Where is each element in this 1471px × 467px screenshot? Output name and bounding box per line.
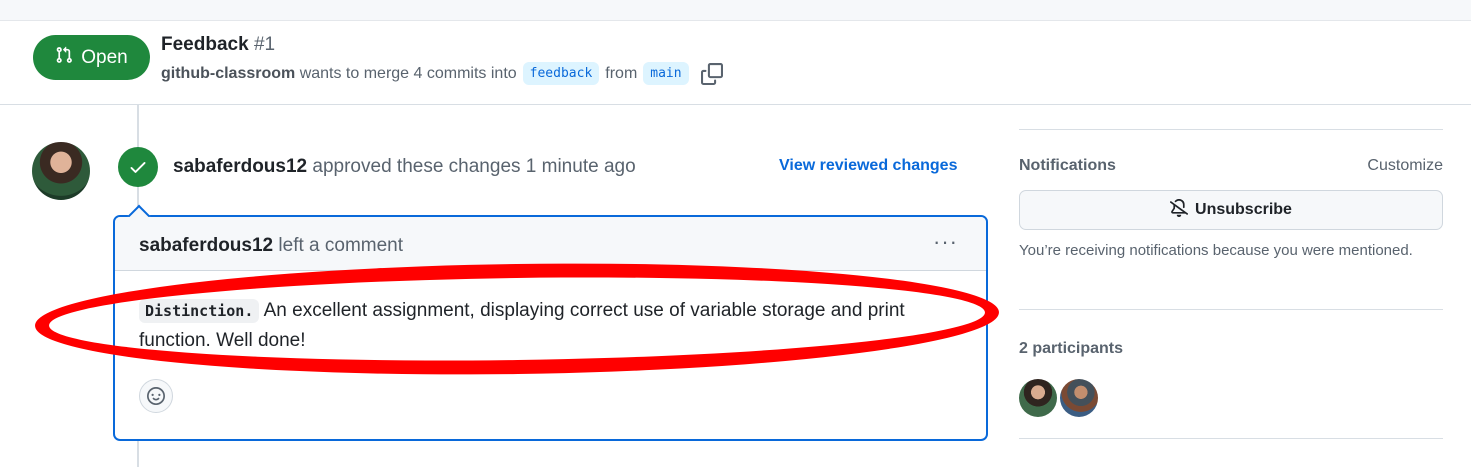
smiley-icon[interactable] — [139, 379, 173, 413]
pr-merge-info: github-classroom wants to merge 4 commit… — [161, 62, 723, 85]
head-branch[interactable]: main — [643, 62, 689, 85]
participant-avatar[interactable] — [1060, 379, 1098, 417]
customize-link[interactable]: Customize — [1367, 157, 1443, 175]
review-action-text: approved these changes 1 minute ago — [312, 156, 636, 177]
notification-reason: You’re receiving notifications because y… — [1019, 242, 1413, 259]
unsubscribe-button[interactable]: Unsubscribe — [1019, 190, 1443, 230]
top-strip — [0, 0, 1471, 21]
pr-header: Open Feedback #1 github-classroom wants … — [0, 20, 1471, 105]
participants-title: 2 participants — [1019, 340, 1124, 357]
sidebar-divider — [1019, 129, 1443, 130]
kebab-horizontal-icon[interactable]: ··· — [933, 229, 958, 255]
pr-state-badge: Open — [33, 35, 150, 80]
comment-action-text: left a comment — [278, 235, 404, 256]
review-event: sabaferdous12 approved these changes 1 m… — [173, 156, 636, 178]
pr-author-link[interactable]: github-classroom — [161, 65, 295, 83]
notifications-title: Notifications — [1019, 157, 1116, 174]
check-icon — [118, 147, 158, 187]
from-text: from — [605, 64, 638, 82]
copy-icon[interactable] — [700, 62, 723, 85]
view-reviewed-changes-link[interactable]: View reviewed changes — [779, 157, 957, 175]
reviewer-avatar[interactable] — [32, 142, 90, 200]
pr-title: Feedback #1 — [161, 34, 275, 56]
pr-title-text: Feedback — [161, 34, 249, 55]
unsubscribe-label: Unsubscribe — [1195, 201, 1292, 218]
sidebar-divider — [1019, 438, 1443, 439]
sidebar: Notifications Customize Unsubscribe You’… — [1019, 129, 1443, 439]
merge-text: wants to merge 4 commits into — [299, 64, 517, 82]
participant-avatar[interactable] — [1019, 379, 1057, 417]
sidebar-divider — [1019, 309, 1443, 310]
comment-author-link[interactable]: sabaferdous12 — [139, 235, 273, 256]
git-pull-request-icon — [55, 46, 73, 70]
base-branch[interactable]: feedback — [522, 62, 600, 85]
pr-number: #1 — [253, 34, 276, 55]
bell-slash-icon — [1170, 198, 1189, 222]
reviewer-name-link[interactable]: sabaferdous12 — [173, 156, 307, 177]
pr-state-label: Open — [81, 46, 128, 68]
